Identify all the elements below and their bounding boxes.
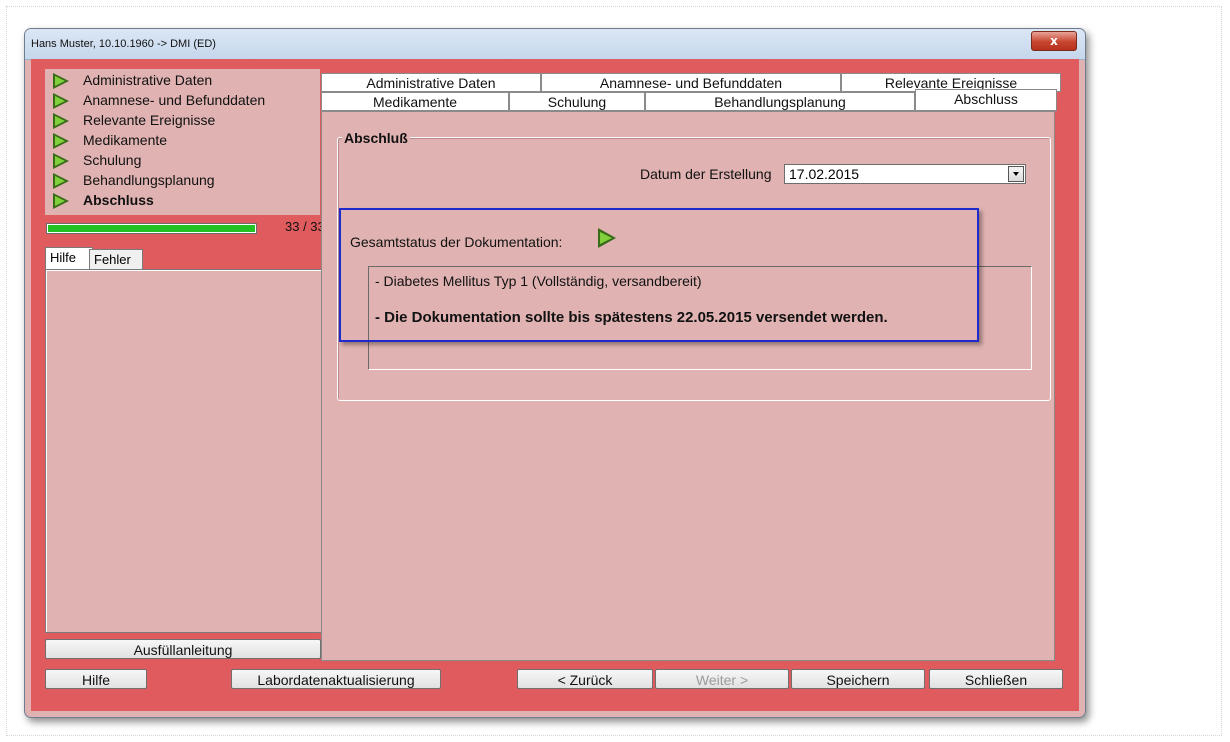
tab-hilfe[interactable]: Hilfe xyxy=(45,247,93,270)
overall-status-label: Gesamtstatus der Dokumentation: xyxy=(350,234,563,250)
green-play-icon xyxy=(53,193,69,209)
groupbox-legend: Abschluß xyxy=(342,130,410,146)
nav-item-label: Schulung xyxy=(83,152,142,168)
tab-schulung[interactable]: Schulung xyxy=(509,92,645,111)
side-tabs: Hilfe Fehler xyxy=(45,247,165,270)
green-play-icon xyxy=(53,133,69,149)
nav-item-label: Administrative Daten xyxy=(83,72,213,88)
app-window: Hans Muster, 10.10.1960 -> DMI (ED) x Ad… xyxy=(24,28,1086,718)
section-navigation: Administrative Daten Anamnese- und Befun… xyxy=(45,69,320,215)
green-play-icon xyxy=(53,73,69,89)
status-diabetes-line: - Diabetes Mellitus Typ 1 (Vollständig, … xyxy=(375,273,702,289)
tab-anamnese-befunddaten[interactable]: Anamnese- und Befunddaten xyxy=(541,73,841,92)
next-button[interactable]: Weiter > xyxy=(655,669,789,689)
title-bar: Hans Muster, 10.10.1960 -> DMI (ED) x xyxy=(25,29,1085,60)
save-button[interactable]: Speichern xyxy=(791,669,925,689)
lab-data-update-button[interactable]: Labordatenaktualisierung xyxy=(231,669,441,689)
progress-count: 33 / 33 xyxy=(285,219,325,234)
tab-behandlungsplanung[interactable]: Behandlungsplanung xyxy=(645,92,915,111)
progress-bar-fill xyxy=(48,225,255,232)
status-deadline-line: - Die Dokumentation sollte bis spätesten… xyxy=(375,309,888,326)
ausfuellanleitung-button[interactable]: Ausfüllanleitung xyxy=(45,639,321,659)
progress-bar xyxy=(46,223,257,234)
window-title: Hans Muster, 10.10.1960 -> DMI (ED) xyxy=(31,38,216,50)
back-button[interactable]: < Zurück xyxy=(517,669,653,689)
creation-date-value: 17.02.2015 xyxy=(789,166,860,182)
status-details-box: - Diabetes Mellitus Typ 1 (Vollständig, … xyxy=(368,266,1032,370)
nav-item-label: Anamnese- und Befunddaten xyxy=(83,92,266,108)
close-button[interactable]: Schließen xyxy=(929,669,1063,689)
help-button[interactable]: Hilfe xyxy=(45,669,147,689)
help-panel xyxy=(45,269,323,633)
green-play-icon xyxy=(53,153,69,169)
creation-date-dropdown[interactable]: 17.02.2015 xyxy=(784,164,1026,184)
tab-medikamente[interactable]: Medikamente xyxy=(321,92,509,111)
nav-item-label: Medikamente xyxy=(83,132,168,148)
nav-item-label: Relevante Ereignisse xyxy=(83,112,216,128)
tab-abschluss[interactable]: Abschluss xyxy=(915,89,1057,111)
nav-item-label: Behandlungsplanung xyxy=(83,172,215,188)
abschluss-groupbox: Abschluß Datum der Erstellung 17.02.2015… xyxy=(337,130,1051,401)
date-label: Datum der Erstellung xyxy=(640,166,772,182)
nav-item-label: Abschluss xyxy=(83,192,154,208)
green-play-icon xyxy=(53,113,69,129)
window-close-button[interactable]: x xyxy=(1031,31,1077,51)
green-play-icon xyxy=(53,93,69,109)
green-play-icon xyxy=(53,173,69,189)
chevron-down-icon[interactable] xyxy=(1008,166,1024,182)
green-play-icon xyxy=(598,228,616,248)
tab-administrative-daten[interactable]: Administrative Daten xyxy=(321,73,541,92)
completion-progress: 33 / 33 xyxy=(45,219,345,241)
tab-fehler[interactable]: Fehler xyxy=(89,249,143,270)
